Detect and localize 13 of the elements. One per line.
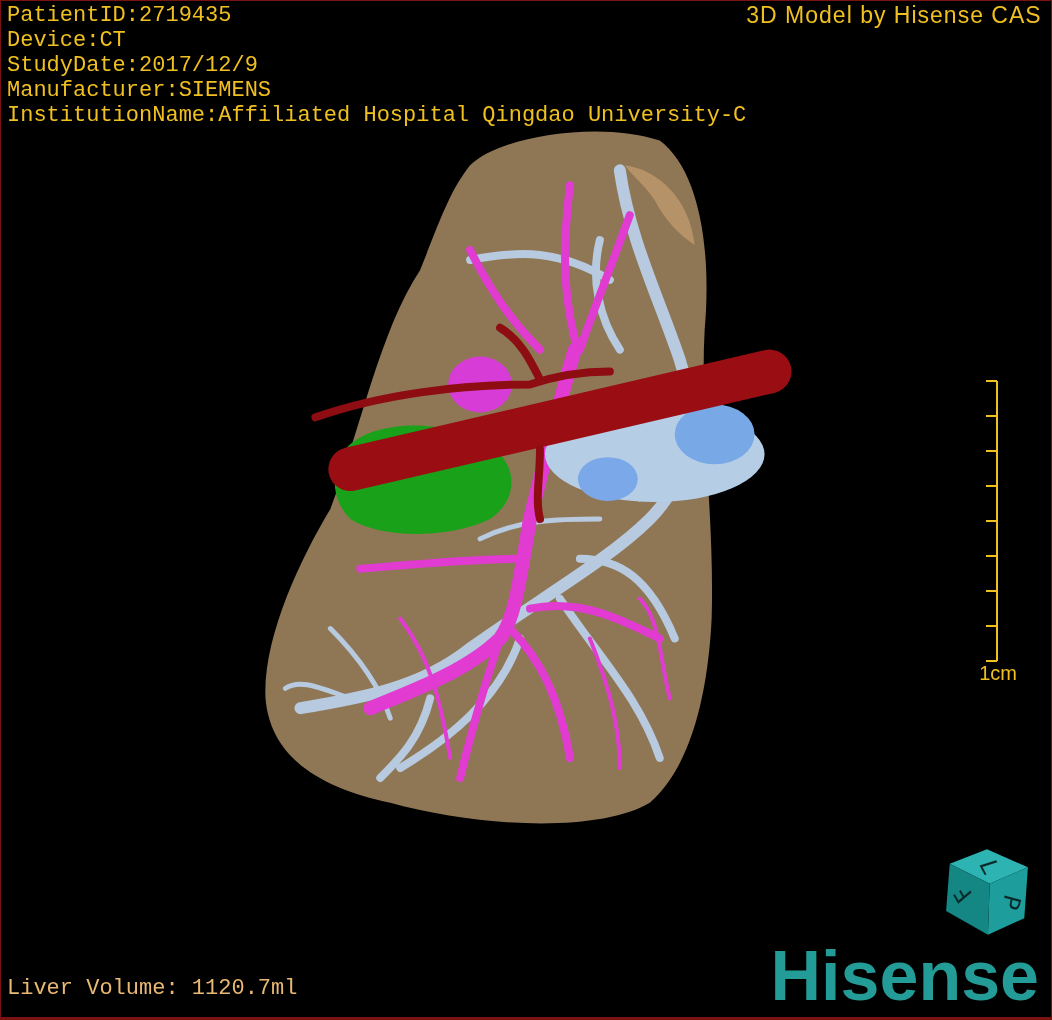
patient-info-line: Device:CT [7, 28, 127, 53]
patient-info-line: Manufacturer:SIEMENS [7, 78, 273, 103]
cube-face-label: F [948, 878, 978, 909]
scale-label: 1cm [979, 662, 1017, 684]
cube-face-label: P [995, 891, 1027, 913]
patient-info-line: InstitutionName:Affiliated Hospital Qingdao University-C [7, 103, 747, 128]
cube-face-label: L [972, 856, 1006, 878]
brand-logo: Hisense [770, 941, 1040, 1011]
viewer-title: 3D Model by Hisense CAS [746, 3, 1042, 28]
liver-volume-text: Liver Volume: 1120.7ml [7, 975, 298, 1003]
patient-info-line: StudyDate:2017/12/9 [7, 53, 259, 78]
patient-info-line: PatientID:2719435 [7, 3, 233, 28]
orientation-cube[interactable] [946, 849, 1028, 935]
